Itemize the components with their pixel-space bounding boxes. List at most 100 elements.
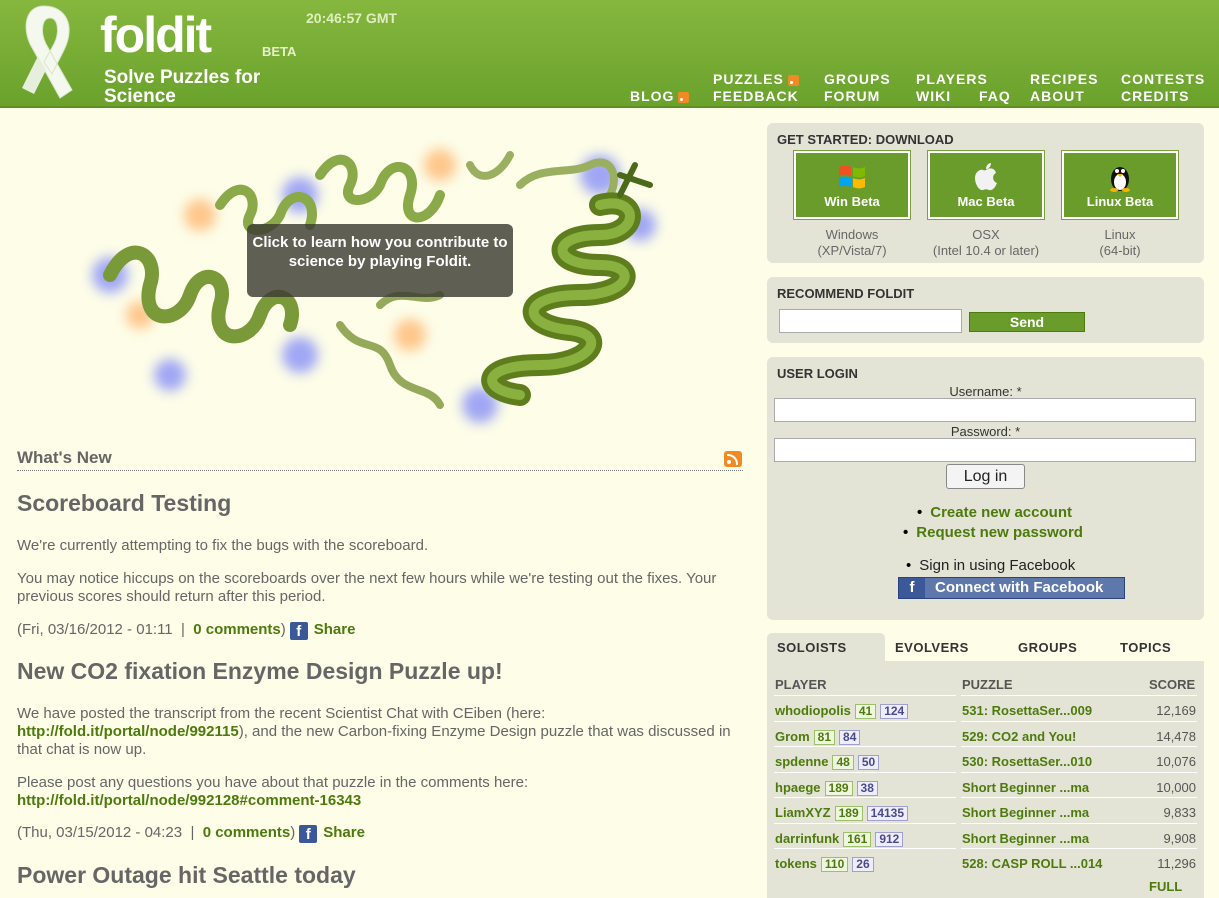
share-link[interactable]: Share — [323, 824, 365, 841]
post-text: We have posted the transcript from the r… — [17, 705, 546, 722]
score-value: 9,908 — [1163, 830, 1196, 846]
player-global-rank-badge: 84 — [839, 729, 861, 745]
username-input[interactable] — [774, 398, 1196, 422]
full-scoreboard-link[interactable]: FULL — [1149, 879, 1182, 894]
facebook-icon[interactable]: f — [289, 622, 308, 640]
player-name[interactable]: hpaege — [775, 780, 821, 795]
download-panel: GET STARTED: DOWNLOAD Win Beta Mac Beta … — [767, 123, 1204, 263]
puzzle-name[interactable]: 531: RosettaSer...009 — [962, 703, 1092, 718]
player-global-rank-badge: 38 — [856, 780, 878, 796]
password-input[interactable] — [774, 438, 1196, 462]
post-link[interactable]: http://fold.it/portal/node/992115 — [17, 723, 239, 740]
table-row: hpaege 189 38 — [775, 780, 878, 796]
row-divider — [961, 720, 1197, 722]
os-detail: (64-bit) — [1099, 243, 1141, 258]
post-date: (Thu, 03/15/2012 - 04:23 | — [17, 824, 203, 841]
post-paragraph: Please post any questions you have about… — [17, 774, 747, 810]
rss-feed-icon[interactable] — [724, 451, 742, 467]
post-meta-close: ) — [280, 621, 286, 638]
row-divider — [774, 848, 956, 849]
row-divider — [961, 746, 1197, 747]
nav-blog[interactable]: BLOG — [630, 88, 690, 104]
nav-forum[interactable]: FORUM — [824, 88, 880, 104]
puzzle-name[interactable]: 528: CASP ROLL ...014 — [962, 856, 1102, 871]
post-meta: (Thu, 03/15/2012 - 04:23 | 0 comments) f S… — [17, 824, 365, 843]
send-button[interactable]: Send — [969, 312, 1085, 332]
nav-faq[interactable]: FAQ — [979, 88, 1011, 104]
tab-soloists[interactable]: SOLOISTS — [767, 633, 885, 661]
puzzle-name[interactable]: Short Beginner ...ma — [962, 780, 1089, 795]
password-label: Password: * — [950, 424, 1021, 439]
nav-wiki[interactable]: WIKI — [916, 88, 951, 104]
post-paragraph: We have posted the transcript from the r… — [17, 705, 747, 759]
player-name[interactable]: tokens — [775, 856, 817, 871]
player-name[interactable]: LiamXYZ — [775, 805, 831, 820]
score-column-header: SCORE — [1149, 677, 1196, 692]
post-paragraph: You may notice hiccups on the scoreboard… — [17, 570, 717, 605]
puzzle-name[interactable]: Short Beginner ...ma — [962, 805, 1089, 820]
row-divider — [961, 822, 1197, 824]
request-password-link[interactable]: Request new password — [903, 524, 1083, 541]
login-button[interactable]: Log in — [946, 464, 1025, 489]
facebook-icon: f — [899, 578, 925, 598]
player-global-rank-badge: 50 — [857, 755, 880, 770]
nav-feedback[interactable]: FEEDBACK — [713, 88, 799, 104]
share-link[interactable]: Share — [314, 621, 356, 638]
login-panel: USER LOGIN Username: * Password: * Log i… — [767, 357, 1204, 620]
post-title[interactable]: Scoreboard Testing — [17, 490, 231, 517]
nav-about[interactable]: ABOUT — [1030, 88, 1085, 104]
nav-puzzles[interactable]: PUZZLES — [713, 71, 799, 87]
post-link[interactable]: http://fold.it/portal/node/992128#commen… — [17, 792, 361, 809]
linux-download-button[interactable]: Linux Beta — [1061, 150, 1179, 220]
tab-topics[interactable]: TOPICS — [1120, 633, 1171, 661]
mac-download-button[interactable]: Mac Beta — [927, 150, 1045, 220]
player-rank-badge: 110 — [820, 857, 849, 872]
mac-requirements: OSX (Intel 10.4 or later) — [916, 227, 1056, 259]
nav-players[interactable]: PLAYERS — [916, 71, 988, 87]
player-global-rank-badge: 912 — [875, 831, 904, 847]
nav-credits[interactable]: CREDITS — [1121, 88, 1189, 104]
nav-recipes[interactable]: RECIPES — [1030, 71, 1098, 87]
player-name[interactable]: Grom — [775, 729, 810, 744]
facebook-connect-label: Connect with Facebook — [935, 579, 1104, 596]
puzzle-name[interactable]: 529: CO2 and You! — [962, 729, 1076, 744]
facebook-connect-button[interactable]: f Connect with Facebook — [898, 577, 1125, 599]
hero-caption[interactable]: Click to learn how you contribute to sci… — [247, 224, 513, 297]
windows-download-label: Win Beta — [824, 194, 880, 209]
puzzle-name[interactable]: Short Beginner ...ma — [962, 831, 1089, 846]
linux-requirements: Linux (64-bit) — [1050, 227, 1190, 259]
puzzle-name[interactable]: 530: RosettaSer...010 — [962, 754, 1092, 769]
facebook-icon[interactable]: f — [299, 825, 318, 843]
row-divider — [961, 848, 1197, 849]
post-title[interactable]: New CO2 fixation Enzyme Design Puzzle up… — [17, 658, 503, 685]
puzzle-column-header: PUZZLE — [962, 677, 1013, 692]
player-name[interactable]: whodiopolis — [775, 703, 851, 718]
download-heading: GET STARTED: DOWNLOAD — [777, 132, 954, 147]
post-meta-close: ) — [290, 824, 296, 841]
apple-icon — [975, 163, 997, 191]
ribbon-logo-icon — [22, 5, 73, 99]
post-title[interactable]: Power Outage hit Seattle today — [17, 862, 356, 889]
nav-contests[interactable]: CONTESTS — [1121, 71, 1205, 87]
recommend-heading: RECOMMEND FOLDIT — [777, 286, 915, 301]
tab-evolvers[interactable]: EVOLVERS — [895, 633, 969, 661]
windows-download-button[interactable]: Win Beta — [793, 150, 911, 220]
nav-groups[interactable]: GROUPS — [824, 71, 891, 87]
comments-link[interactable]: 0 comments — [203, 824, 291, 841]
comments-link[interactable]: 0 comments — [193, 621, 281, 638]
player-name[interactable]: spdenne — [775, 754, 828, 769]
scoreboard-table: PLAYER PUZZLE SCORE whodiopolis 41 124 531:… — [767, 661, 1204, 898]
score-value: 12,169 — [1156, 703, 1196, 718]
score-value: 14,478 — [1156, 728, 1196, 744]
os-name: Windows — [825, 227, 879, 242]
foldit-logo[interactable]: foldit — [100, 6, 212, 64]
tab-groups[interactable]: GROUPS — [1018, 633, 1077, 661]
beta-label: BETA — [262, 44, 297, 59]
recommend-email-input[interactable] — [779, 309, 962, 333]
rss-icon — [678, 91, 690, 103]
rss-icon — [787, 74, 799, 86]
player-column-header: PLAYER — [775, 677, 827, 692]
post-paragraph: We're currently attempting to fix the bu… — [17, 537, 429, 554]
create-account-link[interactable]: Create new account — [917, 504, 1072, 521]
player-name[interactable]: darrinfunk — [775, 831, 839, 846]
